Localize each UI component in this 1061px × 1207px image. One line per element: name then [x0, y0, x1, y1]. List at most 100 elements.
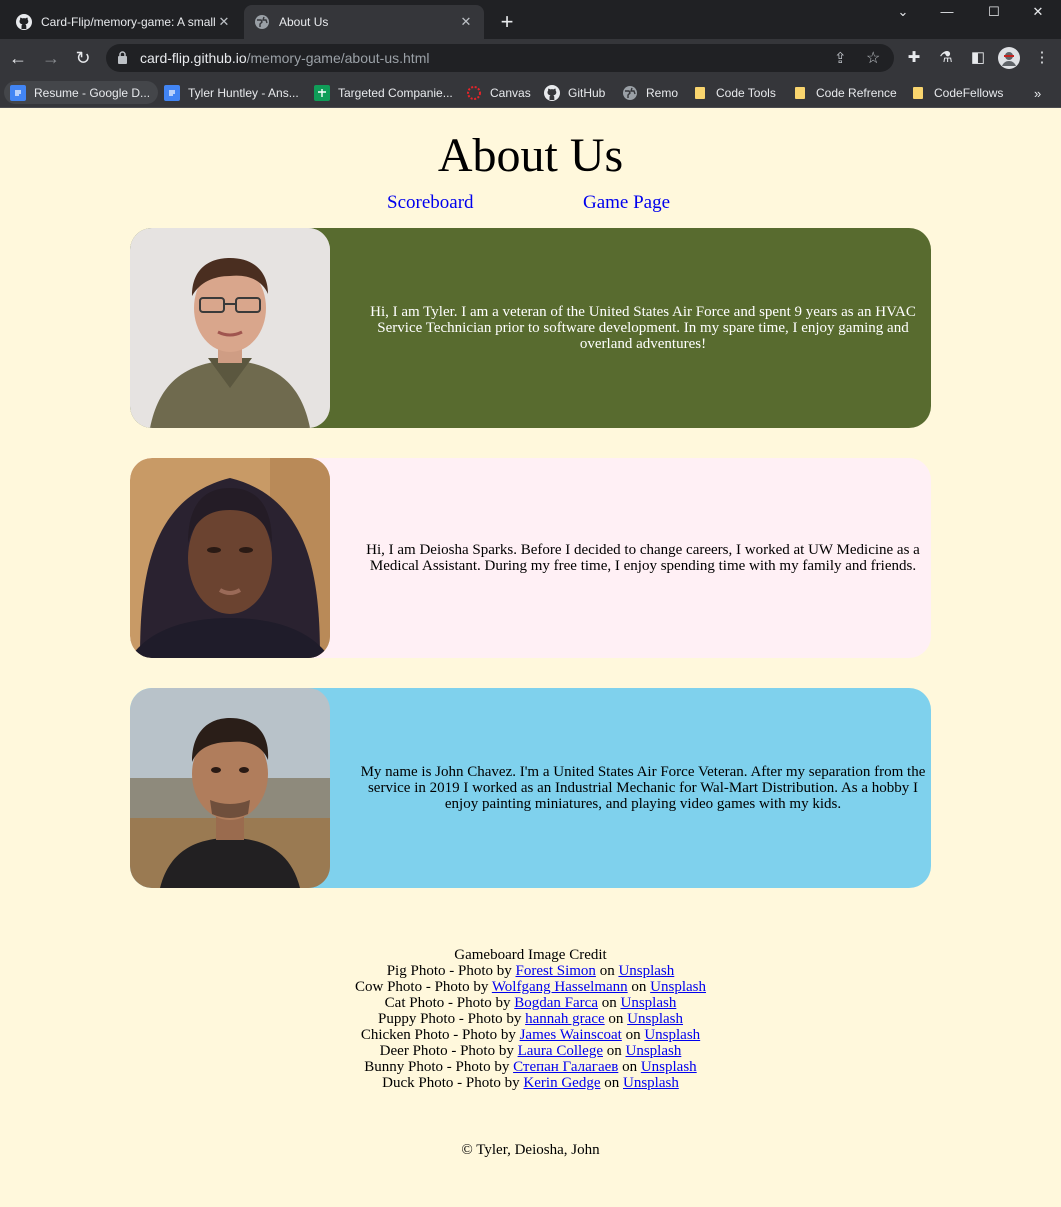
unsplash-link[interactable]: Unsplash — [627, 1011, 683, 1027]
unsplash-link[interactable]: Unsplash — [625, 1043, 681, 1059]
folder-icon — [792, 85, 808, 101]
unsplash-link[interactable]: Unsplash — [650, 979, 706, 995]
bookmark-item[interactable]: Canvas — [460, 81, 531, 104]
credit-prefix: Deer Photo - Photo by — [379, 1043, 518, 1059]
photographer-link[interactable]: Степан Галагаев — [513, 1059, 618, 1075]
bookmark-item[interactable]: Remo — [616, 81, 678, 104]
address-bar[interactable]: card-flip.github.io/memory-game/about-us… — [106, 44, 894, 72]
globe-icon — [622, 85, 638, 101]
photographer-link[interactable]: hannah grace — [525, 1011, 605, 1027]
google-sheets-icon — [314, 84, 330, 101]
forward-button[interactable]: → — [39, 46, 63, 70]
bookmark-item[interactable]: Resume - Google D... — [4, 81, 159, 104]
credit-on-text: on — [621, 1027, 645, 1043]
photographer-link[interactable]: Wolfgang Hasselmann — [492, 979, 628, 995]
deiosha-bio: Hi, I am Deiosha Sparks. Before I decide… — [366, 542, 920, 574]
tyler-bio: Hi, I am Tyler. I am a veteran of the Un… — [370, 304, 916, 352]
tab-title: Card-Flip/memory-game: A small — [41, 15, 216, 29]
menu-kebab-icon[interactable]: ⋮ — [1031, 47, 1053, 69]
bookmark-item[interactable]: Tyler Huntley - Ans... — [158, 81, 299, 104]
bookmark-label: Canvas — [490, 85, 531, 100]
page-content: About Us Scoreboard Game Page Hi, I am T… — [0, 108, 1061, 1207]
bookmark-folder[interactable]: CodeFellows — [904, 81, 1003, 104]
minimize-window-button[interactable]: — — [924, 0, 970, 24]
maximize-window-button[interactable]: ☐ — [971, 0, 1017, 24]
deiosha-photo — [130, 458, 330, 658]
photographer-link[interactable]: Kerin Gedge — [523, 1075, 600, 1091]
bookmark-item[interactable]: GitHub — [538, 81, 605, 104]
extensions-icon[interactable]: ✚ — [903, 47, 925, 69]
side-panel-icon[interactable]: ◧ — [967, 47, 989, 69]
google-docs-icon — [164, 84, 180, 101]
photographer-link[interactable]: Laura College — [518, 1043, 603, 1059]
globe-icon — [254, 14, 270, 30]
credit-line: Cat Photo - Photo by Bogdan Farca on Uns… — [0, 995, 1061, 1011]
unsplash-link[interactable]: Unsplash — [641, 1059, 697, 1075]
unsplash-link[interactable]: Unsplash — [644, 1027, 700, 1043]
credit-on-text: on — [604, 1011, 628, 1027]
bookmark-label: Tyler Huntley - Ans... — [188, 85, 299, 100]
image-credits: Gameboard Image Credit Pig Photo - Photo… — [0, 947, 1061, 1091]
unsplash-link[interactable]: Unsplash — [618, 963, 674, 979]
github-icon — [16, 14, 32, 30]
share-icon[interactable]: ⇪ — [834, 49, 847, 67]
credit-prefix: Puppy Photo - Photo by — [378, 1011, 526, 1027]
credit-line: Duck Photo - Photo by Kerin Gedge on Uns… — [0, 1075, 1061, 1091]
credit-prefix: Pig Photo - Photo by — [386, 963, 516, 979]
team-card-deiosha: Hi, I am Deiosha Sparks. Before I decide… — [130, 458, 931, 658]
credit-on-text: on — [598, 995, 621, 1011]
canvas-icon — [466, 85, 482, 101]
team-card-john: My name is John Chavez. I'm a United Sta… — [130, 688, 931, 888]
credit-on-text: on — [600, 1075, 623, 1091]
close-window-button[interactable]: ✕ — [1015, 0, 1061, 24]
credit-line: Pig Photo - Photo by Forest Simon on Uns… — [0, 963, 1061, 979]
bookmark-label: Remo — [646, 85, 679, 100]
labs-flask-icon[interactable]: ⚗ — [935, 47, 957, 69]
photographer-link[interactable]: Bogdan Farca — [514, 995, 598, 1011]
close-tab-icon[interactable]: ✕ — [216, 14, 232, 30]
folder-icon — [692, 85, 708, 101]
credit-prefix: Chicken Photo - Photo by — [360, 1027, 520, 1043]
photographer-link[interactable]: Forest Simon — [516, 963, 596, 979]
bookmark-label: CodeFellows — [934, 85, 1004, 100]
bookmark-star-icon[interactable]: ☆ — [866, 48, 880, 68]
tyler-photo — [130, 228, 330, 428]
credit-line: Bunny Photo - Photo by Степан Галагаев o… — [0, 1059, 1061, 1075]
lock-icon — [117, 51, 128, 64]
page-footer: © Tyler, Deiosha, John — [461, 1142, 600, 1158]
folder-icon — [910, 85, 926, 101]
new-tab-button[interactable]: + — [494, 9, 520, 35]
reload-button[interactable]: ↻ — [71, 46, 95, 70]
bookmark-folder[interactable]: Code Refrence — [786, 81, 897, 104]
close-tab-icon[interactable]: ✕ — [458, 14, 474, 30]
credit-on-text: on — [595, 963, 619, 979]
credits-list: Pig Photo - Photo by Forest Simon on Uns… — [0, 963, 1061, 1091]
tab-about-us[interactable]: About Us ✕ — [244, 5, 484, 39]
profile-avatar[interactable] — [998, 47, 1020, 69]
credit-on-text: on — [627, 979, 651, 995]
credit-prefix: Cow Photo - Photo by — [354, 979, 492, 995]
unsplash-link[interactable]: Unsplash — [623, 1075, 679, 1091]
credit-on-text: on — [618, 1059, 641, 1075]
john-photo — [130, 688, 330, 888]
scoreboard-link[interactable]: Scoreboard — [387, 192, 474, 214]
back-button[interactable]: ← — [6, 46, 30, 70]
credit-line: Chicken Photo - Photo by James Wainscoat… — [0, 1027, 1061, 1043]
photographer-link[interactable]: James Wainscoat — [520, 1027, 622, 1043]
credits-heading: Gameboard Image Credit — [454, 947, 607, 963]
more-bookmarks-chevron-icon[interactable]: » — [1034, 86, 1041, 101]
tab-title: About Us — [279, 15, 329, 29]
credit-prefix: Bunny Photo - Photo by — [364, 1059, 514, 1075]
bookmarks-bar: Resume - Google D... Tyler Huntley - Ans… — [0, 77, 1061, 108]
credit-line: Puppy Photo - Photo by hannah grace on U… — [0, 1011, 1061, 1027]
game-page-link[interactable]: Game Page — [583, 192, 670, 214]
tab-github-repo[interactable]: Card-Flip/memory-game: A small ✕ — [6, 5, 242, 39]
page-title: About Us — [437, 129, 624, 182]
bookmark-folder[interactable]: Code Tools — [686, 81, 776, 104]
browser-chrome: Card-Flip/memory-game: A small ✕ About U… — [0, 0, 1061, 108]
bookmark-item[interactable]: Targeted Companie... — [308, 81, 453, 104]
bookmark-label: Resume - Google D... — [34, 85, 151, 100]
tab-search-icon[interactable]: ⌄ — [880, 0, 926, 24]
unsplash-link[interactable]: Unsplash — [621, 995, 677, 1011]
bookmark-label: Code Refrence — [816, 85, 897, 100]
